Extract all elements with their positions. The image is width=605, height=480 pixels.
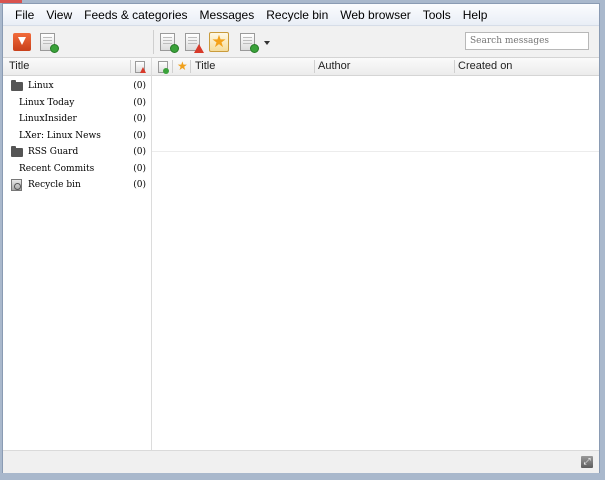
unread-badge-icon: [194, 44, 204, 53]
feed-label: RSS Guard: [28, 147, 79, 157]
feed-unread-count: (0): [133, 164, 146, 174]
star-icon: ★: [209, 32, 229, 52]
feed-label: Recycle bin: [28, 180, 81, 190]
feed-category-linux[interactable]: Linux (0): [3, 78, 151, 94]
mark-feeds-read-button[interactable]: [37, 31, 59, 53]
column-separator: [454, 60, 455, 73]
feed-category-rss-guard[interactable]: RSS Guard (0): [3, 144, 151, 160]
messages-title-column-header[interactable]: Title: [195, 58, 215, 75]
menu-messages[interactable]: Messages: [194, 5, 261, 25]
feed-unread-count: (0): [133, 131, 146, 141]
feeds-title-column-header[interactable]: Title: [9, 58, 29, 75]
check-badge-icon: [250, 44, 259, 53]
feed-unread-count: (0): [133, 147, 146, 157]
unread-badge-icon: [140, 67, 146, 73]
menu-view[interactable]: View: [40, 5, 78, 25]
star-icon[interactable]: ★: [177, 59, 188, 73]
feed-unread-count: (0): [133, 81, 146, 91]
feed-item-recycle-bin[interactable]: Recycle bin (0): [3, 177, 151, 193]
folder-icon: [11, 146, 23, 157]
mark-important-button[interactable]: ★: [207, 31, 229, 53]
feed-label: Recent Commits: [19, 164, 95, 174]
feeds-list[interactable]: Title Linux (0) Linux Today (0) LinuxIns…: [3, 58, 152, 450]
check-badge-icon: [163, 68, 169, 74]
author-column-header[interactable]: Author: [318, 58, 350, 75]
feed-item-linuxinsider[interactable]: LinuxInsider (0): [3, 111, 151, 127]
feed-label: Linux Today: [19, 98, 75, 108]
download-update-icon: [13, 33, 31, 51]
search-messages-input[interactable]: [465, 32, 589, 50]
menu-web-browser[interactable]: Web browser: [334, 5, 416, 25]
column-separator: [130, 60, 131, 73]
folder-icon: [11, 80, 23, 91]
status-bar: ⤢: [3, 450, 599, 473]
column-separator: [172, 60, 173, 73]
menu-feeds-categories[interactable]: Feeds & categories: [78, 5, 193, 25]
toolbar: ★: [3, 27, 599, 58]
feed-item-lxer[interactable]: LXer: Linux News (0): [3, 128, 151, 144]
menu-file[interactable]: File: [9, 5, 40, 25]
splitter[interactable]: [152, 151, 599, 152]
update-all-feeds-button[interactable]: [11, 31, 33, 53]
message-filter-button[interactable]: [237, 31, 259, 53]
messages-list[interactable]: ★ Title Author Created on: [152, 58, 599, 450]
check-badge-icon: [170, 44, 179, 53]
menu-recycle-bin[interactable]: Recycle bin: [260, 5, 334, 25]
recycle-bin-icon: [11, 179, 22, 191]
feed-label: LinuxInsider: [19, 114, 77, 124]
mark-message-unread-button[interactable]: [182, 31, 204, 53]
feed-label: Linux: [28, 81, 54, 91]
menu-tools[interactable]: Tools: [417, 5, 457, 25]
mark-message-read-button[interactable]: [157, 31, 179, 53]
column-separator: [314, 60, 315, 73]
feeds-header: Title: [3, 58, 151, 76]
toolbar-separator: [153, 30, 154, 54]
feed-item-linux-today[interactable]: Linux Today (0): [3, 95, 151, 111]
main-window: File View Feeds & categories Messages Re…: [2, 3, 600, 473]
feed-unread-count: (0): [133, 98, 146, 108]
messages-header: ★ Title Author Created on: [152, 58, 599, 76]
chevron-down-icon[interactable]: [264, 41, 270, 45]
feed-item-recent-commits[interactable]: Recent Commits (0): [3, 161, 151, 177]
feed-unread-count: (0): [133, 180, 146, 190]
feed-label: LXer: Linux News: [19, 131, 101, 141]
check-badge-icon: [50, 44, 59, 53]
menu-help[interactable]: Help: [457, 5, 494, 25]
feed-unread-count: (0): [133, 114, 146, 124]
column-separator: [190, 60, 191, 73]
created-on-column-header[interactable]: Created on: [458, 58, 512, 75]
menubar: File View Feeds & categories Messages Re…: [3, 4, 599, 26]
fullscreen-icon[interactable]: ⤢: [581, 456, 593, 468]
